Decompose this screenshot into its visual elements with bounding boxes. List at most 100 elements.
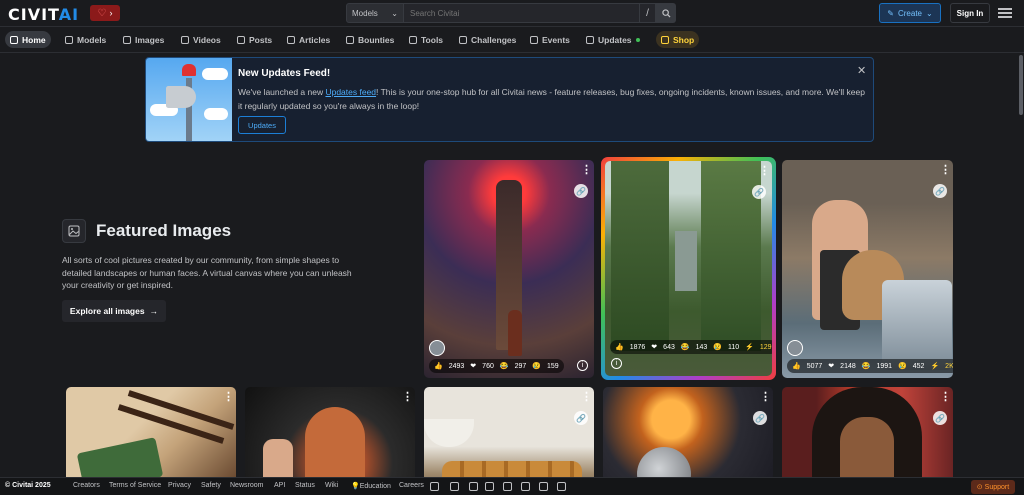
- buzz-icon: ⚡: [930, 363, 940, 370]
- image-card[interactable]: ⋮ 🔗 👍 5077 ❤ 2148 😂 1991 😢 452 ⚡ 2K: [782, 160, 953, 378]
- megaphone-illustration: [146, 58, 232, 141]
- nav-bounties[interactable]: Bounties: [341, 31, 399, 48]
- link-icon[interactable]: 🔗: [574, 411, 588, 425]
- nav-articles[interactable]: Articles: [282, 31, 335, 48]
- updates-button[interactable]: Updates: [238, 116, 286, 134]
- link-icon[interactable]: 🔗: [933, 184, 947, 198]
- chevron-down-icon: ⌄: [926, 8, 933, 18]
- video-icon: [181, 35, 189, 44]
- thumbs-up-icon: 👍: [615, 344, 624, 351]
- more-options-icon[interactable]: ⋮: [581, 392, 592, 403]
- close-icon[interactable]: ✕: [857, 64, 866, 77]
- calendar-icon: [530, 35, 538, 44]
- image-card[interactable]: ⋮ 🔗 👍 1876 ❤ 643 😂 143 😢 110 ⚡ 129 i: [605, 161, 772, 376]
- footer-link-wiki[interactable]: Wiki: [325, 482, 338, 489]
- link-icon[interactable]: 🔗: [752, 185, 766, 199]
- more-options-icon[interactable]: ⋮: [759, 166, 770, 177]
- footer: © Civitai 2025 Creators Terms of Service…: [0, 477, 1024, 495]
- link-icon[interactable]: 🔗: [753, 411, 767, 425]
- footer-link-status[interactable]: Status: [295, 482, 315, 489]
- reaction-stats: 👍 2493 ❤ 760 😂 297 😢 159: [429, 359, 564, 373]
- footer-link-safety[interactable]: Safety: [201, 482, 221, 489]
- heart-icon: ♡: [97, 7, 107, 19]
- updates-feed-link[interactable]: Updates feed: [325, 87, 376, 97]
- info-icon[interactable]: i: [611, 358, 622, 369]
- shop-icon: [661, 35, 669, 44]
- avatar[interactable]: [787, 340, 803, 356]
- nav-tools[interactable]: Tools: [404, 31, 448, 48]
- featured-images-title: Featured Images: [96, 221, 232, 240]
- discord-icon[interactable]: [430, 482, 439, 491]
- link-icon[interactable]: 🔗: [574, 184, 588, 198]
- nav-challenges[interactable]: Challenges: [454, 31, 521, 48]
- featured-images-description: All sorts of cool pictures created by ou…: [62, 255, 352, 290]
- instagram-icon[interactable]: [469, 482, 478, 491]
- posts-icon: [237, 35, 245, 44]
- nav-images[interactable]: Images: [118, 31, 169, 48]
- info-icon[interactable]: i: [577, 360, 588, 371]
- tools-icon: [409, 35, 417, 44]
- trophy-icon: [459, 35, 467, 44]
- main-nav: Home Models Images Videos Posts Articles…: [0, 27, 1024, 53]
- avatar[interactable]: [429, 340, 445, 356]
- chevron-right-icon: ›: [109, 8, 113, 18]
- footer-link-terms[interactable]: Terms of Service: [109, 482, 161, 489]
- home-icon: [10, 35, 18, 44]
- x-twitter-icon[interactable]: [450, 482, 459, 491]
- heart-icon: ❤: [828, 363, 835, 370]
- nav-videos[interactable]: Videos: [176, 31, 226, 48]
- footer-link-api[interactable]: API: [274, 482, 285, 489]
- arrow-right-icon: →: [149, 306, 159, 316]
- pencil-icon: ✎: [887, 8, 894, 18]
- search-button[interactable]: [656, 3, 676, 23]
- page-scrollbar[interactable]: [1018, 53, 1024, 477]
- footer-link-careers[interactable]: Careers: [399, 482, 424, 489]
- more-options-icon[interactable]: ⋮: [940, 165, 951, 176]
- more-options-icon[interactable]: ⋮: [402, 392, 413, 403]
- cry-icon: 😢: [532, 363, 541, 370]
- news-icon: [586, 35, 594, 44]
- nav-events[interactable]: Events: [525, 31, 575, 48]
- chevron-down-icon: ⌄: [391, 8, 398, 18]
- more-options-icon[interactable]: ⋮: [223, 392, 234, 403]
- lightbulb-icon: 💡: [351, 483, 360, 490]
- tiktok-icon[interactable]: [503, 482, 512, 491]
- twitch-icon[interactable]: [557, 482, 566, 491]
- top-bar: CIVITAI ♡ › Models ⌄ / ✎ Create ⌄ Sign I…: [0, 0, 1024, 27]
- search-category-select[interactable]: Models ⌄: [346, 3, 404, 23]
- create-button[interactable]: ✎ Create ⌄: [879, 3, 941, 23]
- nav-updates[interactable]: Updates: [581, 31, 645, 48]
- nav-posts[interactable]: Posts: [232, 31, 277, 48]
- more-options-icon[interactable]: ⋮: [760, 392, 771, 403]
- sign-in-button[interactable]: Sign In: [950, 3, 990, 23]
- buzz-heart-button[interactable]: ♡ ›: [90, 5, 120, 21]
- image-card[interactable]: ⋮ 🔗 👍 2493 ❤ 760 😂 297 😢 159 i: [424, 160, 594, 378]
- search-bar: Models ⌄ /: [346, 3, 676, 23]
- nav-home[interactable]: Home: [5, 31, 51, 48]
- github-icon[interactable]: [539, 482, 548, 491]
- copyright: © Civitai 2025: [5, 482, 51, 489]
- nav-models[interactable]: Models: [60, 31, 111, 48]
- reddit-icon[interactable]: [521, 482, 530, 491]
- nav-shop[interactable]: Shop: [656, 31, 700, 48]
- laugh-icon: 😂: [861, 363, 871, 370]
- footer-link-education[interactable]: 💡Education: [351, 482, 391, 490]
- heart-icon: ❤: [470, 363, 477, 370]
- support-button[interactable]: ⊙ Support: [971, 480, 1015, 494]
- footer-link-privacy[interactable]: Privacy: [168, 482, 191, 489]
- search-input[interactable]: [404, 3, 640, 23]
- cry-icon: 😢: [713, 344, 722, 351]
- youtube-icon[interactable]: [485, 482, 494, 491]
- buzz-icon: ⚡: [745, 344, 754, 351]
- footer-link-creators[interactable]: Creators: [73, 482, 100, 489]
- explore-all-images-button[interactable]: Explore all images →: [62, 300, 166, 322]
- reaction-stats: 👍 5077 ❤ 2148 😂 1991 😢 452 ⚡ 2K: [787, 359, 953, 373]
- hamburger-menu-icon[interactable]: [998, 6, 1012, 20]
- civitai-logo[interactable]: CIVITAI: [8, 5, 79, 24]
- lifebuoy-icon: ⊙: [976, 484, 983, 491]
- thumbs-up-icon: 👍: [792, 363, 801, 370]
- link-icon[interactable]: 🔗: [933, 411, 947, 425]
- footer-link-newsroom[interactable]: Newsroom: [230, 482, 263, 489]
- more-options-icon[interactable]: ⋮: [581, 165, 592, 176]
- more-options-icon[interactable]: ⋮: [940, 392, 951, 403]
